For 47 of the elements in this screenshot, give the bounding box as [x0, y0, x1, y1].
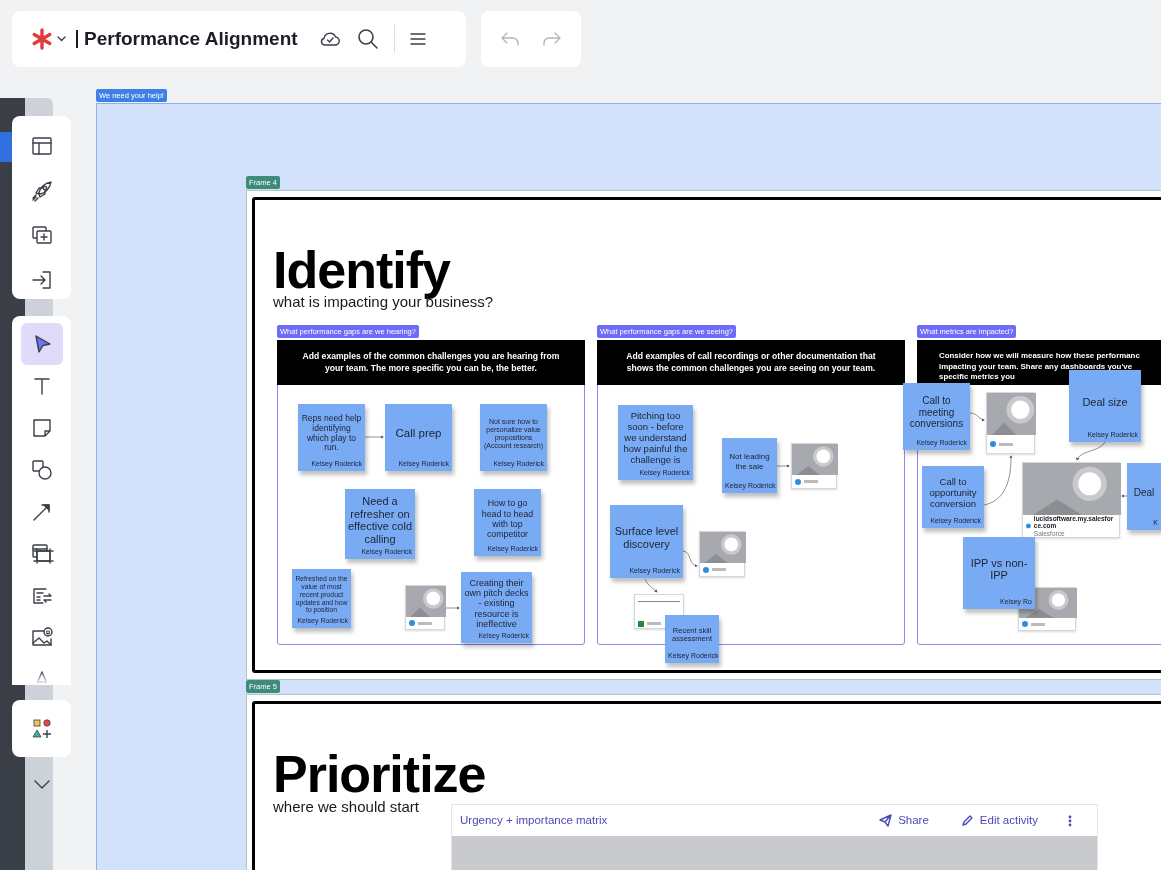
site-icon [1026, 523, 1031, 529]
text-line-placeholder [1031, 622, 1045, 626]
site-icon [990, 441, 996, 447]
site-icon [703, 566, 709, 573]
sticky-note-text: Call prep [394, 426, 443, 442]
text-line-placeholder [804, 480, 818, 483]
tool-button[interactable] [20, 323, 63, 365]
sticky-note-text: How to go head to head with top competitor [480, 497, 535, 541]
pencil-icon [960, 814, 974, 827]
sticky-note-text: IPP vs non-IPP [969, 555, 1029, 584]
sticky-note-text: Call to opportunity conversion [928, 474, 978, 511]
frame-tool-icon [29, 542, 54, 566]
shapes-icon [29, 458, 54, 482]
sticky-note-text: Reps need help identifying which play to run. [301, 412, 362, 455]
sticky-note-text: Surface level discovery [613, 524, 680, 552]
sticky-note-text: Call to meeting conversions [908, 394, 965, 432]
sticky-note-text: Deal [1132, 485, 1156, 500]
search-icon[interactable] [355, 27, 380, 51]
sticky-note-text: Pitching too soon - before we understand how painful the challenge is [622, 409, 689, 468]
text-line-placeholder [999, 442, 1013, 446]
text-line-placeholder [418, 621, 432, 625]
text-line-placeholder [712, 568, 726, 571]
menu-icon[interactable] [408, 30, 427, 48]
text-line [638, 601, 680, 602]
logo-menu-button[interactable] [30, 27, 67, 51]
activity-title: Urgency + importance matrix [460, 812, 608, 828]
section-header: Add examples of the common challenges you are hearing from your team. The more specific you can be, the better. [277, 340, 585, 385]
section-header: Add examples of call recordings or other documentation that shows the common challenges you are seeing on your team. [597, 340, 905, 385]
site-icon [1022, 621, 1028, 627]
sticky-note-text: Need a refresher on effective cold calling [348, 493, 412, 547]
sticky-note-text: Deal size [1081, 394, 1129, 410]
text-line-placeholder [647, 622, 661, 625]
shapes-plus-icon [30, 718, 53, 741]
site-icon [638, 620, 644, 627]
asterisk-logo-icon [31, 28, 53, 50]
share-button[interactable]: Share [878, 810, 930, 831]
sticky-note-text: Creating their own pitch decks - existing resource is ineffective [464, 576, 529, 632]
document-title: Performance Alignment [84, 26, 298, 51]
kebab-icon [1068, 815, 1072, 828]
sticky-note-text: Not leading the sale [728, 451, 771, 473]
edit-activity-button[interactable]: Edit activity [959, 810, 1039, 831]
send-icon [879, 814, 893, 827]
site-icon [795, 478, 801, 485]
slide-subtitle: where we should start [273, 797, 419, 817]
slide-title: Prioritize [273, 748, 486, 800]
caret-icon [57, 36, 66, 42]
site-icon [409, 620, 415, 626]
